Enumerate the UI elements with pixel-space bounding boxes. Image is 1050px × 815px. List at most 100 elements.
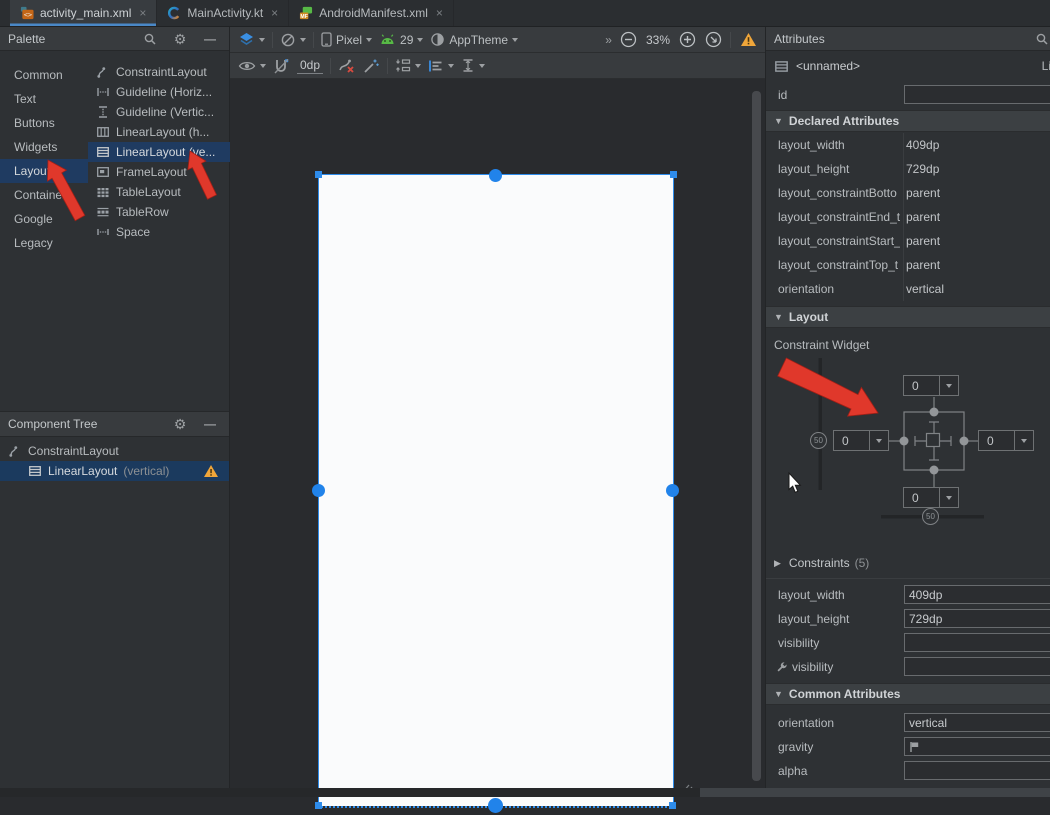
palette-item-linearlayout-horizontal[interactable]: LinearLayout (h...	[88, 122, 230, 142]
api-level-button[interactable]: 29	[379, 33, 423, 47]
section-layout[interactable]: ▼ Layout	[766, 306, 1050, 328]
chevron-down-icon[interactable]	[869, 431, 888, 450]
distribute-button[interactable]	[461, 58, 485, 73]
device-screen-linearlayout[interactable]	[318, 174, 674, 806]
palette-item-guideline-horizontal[interactable]: Guideline (Horiz...	[88, 82, 230, 102]
warnings-button[interactable]	[739, 31, 757, 49]
palette-item-tablelayout[interactable]: TableLayout	[88, 182, 230, 202]
zoom-out-button[interactable]	[620, 31, 638, 49]
attribute-row[interactable]: layout_constraintBottoparent	[766, 181, 1050, 205]
hide-panel-icon[interactable]: —	[199, 414, 221, 434]
constraint-connector-left[interactable]	[915, 436, 927, 446]
section-common-attributes[interactable]: ▼ Common Attributes	[766, 683, 1050, 705]
layout-width-input[interactable]	[904, 585, 1050, 604]
align-button[interactable]	[428, 59, 454, 73]
attribute-row[interactable]: layout_constraintEnd_tparent	[766, 205, 1050, 229]
search-icon[interactable]	[1031, 29, 1050, 49]
infer-constraints-button[interactable]	[363, 58, 380, 74]
tree-node-linearlayout-vertical[interactable]: LinearLayout(vertical)	[0, 461, 229, 481]
more-actions-chevrons[interactable]: »	[605, 33, 612, 47]
palette-category-text[interactable]: Text	[0, 87, 88, 111]
tree-node-constraintlayout[interactable]: ConstraintLayout	[0, 441, 229, 461]
anchor-top[interactable]	[489, 169, 502, 182]
section-constraints[interactable]: ▶ Constraints (5)	[766, 552, 1050, 574]
palette-category-common[interactable]: Common	[0, 63, 88, 87]
resize-handle-top-right[interactable]	[670, 171, 677, 178]
palette-category-buttons[interactable]: Buttons	[0, 111, 88, 135]
gravity-input[interactable]	[904, 737, 1050, 756]
attribute-row[interactable]: layout_height729dp	[766, 157, 1050, 181]
section-declared-attributes[interactable]: ▼ Declared Attributes	[766, 110, 1050, 132]
palette-item-space[interactable]: Space	[88, 222, 230, 242]
palette-item-tablerow[interactable]: TableRow	[88, 202, 230, 222]
visibility-input[interactable]	[904, 633, 1050, 652]
resize-handle-top-left[interactable]	[315, 171, 322, 178]
orientation-button[interactable]	[280, 32, 306, 48]
palette-category-legacy[interactable]: Legacy	[0, 231, 88, 255]
search-icon[interactable]	[139, 29, 161, 49]
constraint-connector-bottom[interactable]	[929, 447, 939, 461]
horizontal-bias-value[interactable]: 50	[922, 508, 939, 525]
view-options-button[interactable]	[238, 60, 266, 72]
layout-height-input[interactable]	[904, 609, 1050, 628]
canvas-vertical-scrollbar[interactable]	[752, 91, 761, 781]
gear-icon[interactable]: ⚙	[169, 414, 191, 434]
constraint-connector-right[interactable]	[940, 436, 952, 446]
palette-item-framelayout[interactable]: FrameLayout	[88, 162, 230, 182]
design-mode-button[interactable]	[238, 32, 265, 47]
zoom-in-button[interactable]	[678, 31, 696, 49]
constraint-anchor-top[interactable]	[930, 408, 939, 417]
palette-item-constraintlayout[interactable]: ConstraintLayout	[88, 62, 230, 82]
palette-category-layouts[interactable]: Layouts	[0, 159, 88, 183]
anchor-bottom[interactable]	[488, 798, 503, 813]
default-margin-button[interactable]: 0dp	[297, 58, 323, 74]
palette-category-google[interactable]: Google	[0, 207, 88, 231]
tools-visibility-input[interactable]	[904, 657, 1050, 676]
margin-top-dropdown[interactable]: 0	[903, 375, 959, 396]
resize-handle-bottom-right[interactable]	[669, 802, 676, 809]
palette-item-guideline-vertical[interactable]: Guideline (Vertic...	[88, 102, 230, 122]
constraint-connector-top[interactable]	[929, 422, 939, 434]
attribute-row[interactable]: layout_constraintStart_parent	[766, 229, 1050, 253]
resize-handle-bottom-left[interactable]	[315, 802, 322, 809]
margin-left-dropdown[interactable]: 0	[833, 430, 889, 451]
theme-button[interactable]: AppTheme	[430, 32, 518, 47]
margin-bottom-dropdown[interactable]: 0	[903, 487, 959, 508]
chevron-down-icon[interactable]	[1014, 431, 1033, 450]
chevron-down-icon[interactable]	[939, 488, 958, 507]
device-button[interactable]: Pixel	[321, 32, 372, 47]
attribute-row[interactable]: layout_constraintTop_tparent	[766, 253, 1050, 277]
constraint-anchor-left[interactable]	[900, 437, 909, 446]
autoconnect-button[interactable]	[273, 58, 290, 74]
orientation-input[interactable]	[904, 713, 1050, 732]
chevron-down-icon[interactable]	[939, 376, 958, 395]
attribute-row[interactable]: orientationvertical	[766, 277, 1050, 301]
attribute-row[interactable]: layout_width409dp	[766, 133, 1050, 157]
palette-category-widgets[interactable]: Widgets	[0, 135, 88, 159]
id-input[interactable]	[904, 85, 1050, 104]
anchor-right[interactable]	[666, 484, 679, 497]
clear-constraints-button[interactable]	[338, 58, 356, 74]
margin-right-dropdown[interactable]: 0	[978, 430, 1034, 451]
design-canvas[interactable]	[230, 80, 765, 815]
design-toolbar-main: Pixel 29 AppTheme » 33%	[230, 27, 765, 53]
palette-item-linearlayout-vertical[interactable]: LinearLayout (ve...	[88, 142, 230, 162]
gear-icon[interactable]: ⚙	[169, 29, 191, 49]
tab-mainactivity-kt[interactable]: MainActivity.kt ×	[157, 0, 289, 26]
close-icon[interactable]: ×	[436, 6, 443, 20]
palette-category-containers[interactable]: Containers	[0, 183, 88, 207]
anchor-left[interactable]	[312, 484, 325, 497]
zoom-to-fit-button[interactable]	[704, 31, 722, 49]
hide-panel-icon[interactable]: —	[199, 29, 221, 49]
tab-activity-main-xml[interactable]: <> activity_main.xml ×	[10, 0, 157, 26]
tab-androidmanifest-xml[interactable]: MF AndroidManifest.xml ×	[289, 0, 454, 26]
close-icon[interactable]: ×	[271, 6, 278, 20]
pack-button[interactable]	[395, 58, 421, 73]
flag-icon[interactable]	[909, 741, 920, 753]
vertical-bias-slider[interactable]	[819, 358, 823, 490]
vertical-bias-value[interactable]: 50	[810, 432, 827, 449]
constraint-anchor-right[interactable]	[960, 437, 969, 446]
constraint-anchor-bottom[interactable]	[930, 466, 939, 475]
alpha-input[interactable]	[904, 761, 1050, 780]
close-icon[interactable]: ×	[139, 6, 146, 20]
